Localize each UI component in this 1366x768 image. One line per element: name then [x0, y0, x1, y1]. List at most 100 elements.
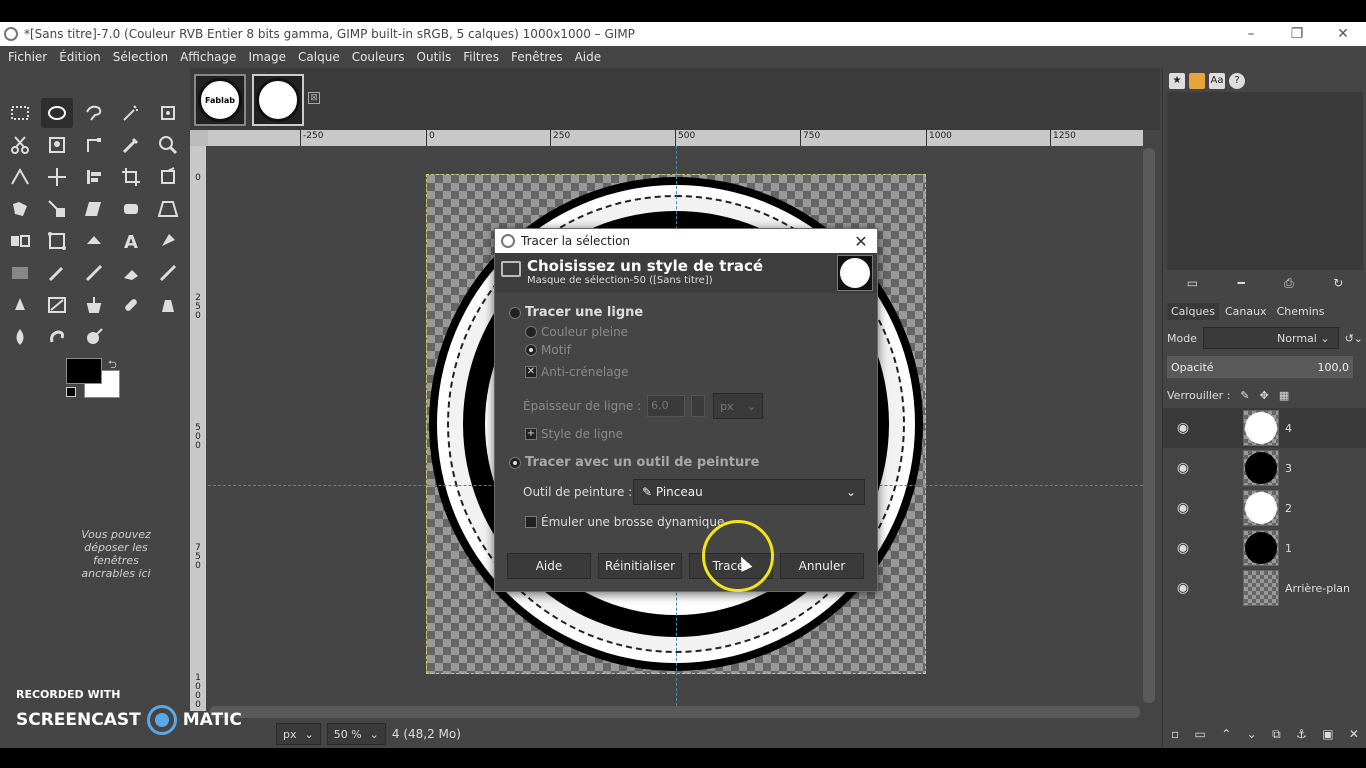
minimize-button[interactable]: –: [1228, 22, 1274, 46]
perspective-clone-tool-icon[interactable]: [152, 290, 184, 320]
vertical-ruler[interactable]: 0 2 5 0 5 0 0 7 5 0 1 0 0 0: [190, 146, 206, 711]
menu-selection[interactable]: Sélection: [107, 46, 174, 68]
layer-row[interactable]: ◉ 1: [1163, 528, 1366, 568]
tab-paths[interactable]: Chemins: [1273, 303, 1329, 320]
warp-tool-icon[interactable]: [4, 194, 36, 224]
tab-close-icon[interactable]: ⊠: [308, 92, 320, 104]
line-width-input[interactable]: 6,0: [647, 395, 686, 417]
blur-tool-icon[interactable]: [4, 322, 36, 352]
color-picker-tool-icon[interactable]: [115, 130, 147, 160]
ruler-corner[interactable]: [190, 130, 208, 146]
tab-channels[interactable]: Canaux: [1221, 303, 1271, 320]
new-layer-icon[interactable]: ▫: [1171, 727, 1179, 741]
open-as-image-icon[interactable]: ▭: [1187, 276, 1198, 290]
help-tab-icon[interactable]: ?: [1229, 73, 1245, 89]
layer-row[interactable]: ◉ 3: [1163, 448, 1366, 488]
reset-button[interactable]: Réinitialiser: [598, 553, 682, 579]
handle-transform-tool-icon[interactable]: [41, 226, 73, 256]
menu-fichier[interactable]: Fichier: [2, 46, 53, 68]
menu-image[interactable]: Image: [242, 46, 292, 68]
gradient-tool-icon[interactable]: [152, 226, 184, 256]
blend-tool-icon[interactable]: [4, 258, 36, 288]
patterns-tab-icon[interactable]: [1189, 73, 1205, 89]
ellipse-select-tool-icon[interactable]: [41, 98, 73, 128]
image-tab-untitled[interactable]: [252, 74, 304, 126]
opt-stroke-line[interactable]: Tracer une ligne: [509, 305, 643, 320]
lock-alpha-icon[interactable]: ▦: [1279, 389, 1289, 402]
smudge-tool-icon[interactable]: [41, 322, 73, 352]
scale-tool-icon[interactable]: [41, 194, 73, 224]
eye-icon[interactable]: ◉: [1163, 500, 1203, 516]
help-button[interactable]: Aide: [507, 553, 591, 579]
eye-icon[interactable]: ◉: [1163, 540, 1203, 556]
menu-calque[interactable]: Calque: [292, 46, 346, 68]
duplicate-layer-icon[interactable]: ⧉: [1272, 727, 1281, 742]
cage-tool-icon[interactable]: [115, 194, 147, 224]
menu-filtres[interactable]: Filtres: [457, 46, 505, 68]
refresh-icon[interactable]: ↻: [1333, 276, 1343, 290]
menu-affichage[interactable]: Affichage: [174, 46, 242, 68]
vertical-scrollbar[interactable]: [1143, 148, 1155, 703]
bucket-fill-tool-icon[interactable]: [78, 226, 110, 256]
layer-row[interactable]: ◉ 2: [1163, 488, 1366, 528]
horizontal-ruler[interactable]: -250 0 250 500 750 1000 1250: [208, 130, 1143, 146]
mode-select[interactable]: Normal ⌄: [1202, 327, 1339, 349]
menu-couleurs[interactable]: Couleurs: [346, 46, 411, 68]
horizontal-scrollbar[interactable]: [210, 706, 1140, 718]
fuzzy-select-tool-icon[interactable]: [115, 98, 147, 128]
clone-tool-icon[interactable]: [78, 290, 110, 320]
crop-tool-icon[interactable]: [115, 162, 147, 192]
shear-tool-icon[interactable]: [78, 194, 110, 224]
eye-icon[interactable]: ◉: [1163, 580, 1203, 596]
eye-icon[interactable]: ◉: [1163, 420, 1203, 436]
print-icon[interactable]: ⎙: [1284, 276, 1294, 291]
anchor-layer-icon[interactable]: ⚓: [1296, 727, 1307, 741]
lasso-tool-icon[interactable]: [78, 98, 110, 128]
menu-fenetres[interactable]: Fenêtres: [505, 46, 569, 68]
swap-colors-icon[interactable]: ⮌: [108, 356, 117, 375]
pencil-tool-icon[interactable]: [41, 258, 73, 288]
brushes-tab-icon[interactable]: ★: [1169, 73, 1185, 89]
eraser-tool-icon[interactable]: [115, 258, 147, 288]
scissors-tool-icon[interactable]: [4, 130, 36, 160]
opt-stroke-paint-tool[interactable]: Tracer avec un outil de peinture: [509, 455, 759, 470]
new-group-icon[interactable]: ▭: [1195, 727, 1206, 741]
dodge-burn-tool-icon[interactable]: [78, 322, 110, 352]
raise-layer-icon[interactable]: ⌃: [1221, 727, 1231, 741]
layer-row[interactable]: ◉ Arrière-plan: [1163, 568, 1366, 608]
default-colors-icon[interactable]: [66, 387, 76, 397]
opacity-slider[interactable]: Opacité 100,0: [1167, 356, 1353, 378]
eye-icon[interactable]: ◉: [1163, 460, 1203, 476]
line-style-expander[interactable]: + Style de ligne: [525, 427, 623, 441]
foreground-color-swatch[interactable]: [66, 358, 102, 384]
line-width-unit-select[interactable]: px ⌄: [713, 393, 764, 419]
ink-tool-icon[interactable]: [4, 290, 36, 320]
close-window-button[interactable]: ✕: [1320, 22, 1366, 46]
measure-tool-icon[interactable]: [4, 162, 36, 192]
unified-transform-tool-icon[interactable]: [152, 162, 184, 192]
airbrush-tool-icon[interactable]: [152, 258, 184, 288]
delete-icon[interactable]: ━: [1238, 276, 1245, 290]
tab-layers[interactable]: Calques: [1167, 302, 1219, 320]
opt-solid-color[interactable]: Couleur pleine: [525, 325, 628, 339]
text-tool-icon[interactable]: A: [115, 226, 147, 256]
layer-row[interactable]: ◉ 4: [1163, 408, 1366, 448]
paths-tool-icon[interactable]: [78, 130, 110, 160]
menu-aide[interactable]: Aide: [569, 46, 608, 68]
mode-reset-icon[interactable]: ↺⌄: [1345, 332, 1363, 345]
paintbrush-tool-icon[interactable]: [78, 258, 110, 288]
color-select-tool-icon[interactable]: [152, 98, 184, 128]
brushes-panel[interactable]: [1167, 92, 1363, 270]
flip-tool-icon[interactable]: [4, 226, 36, 256]
opt-antialias[interactable]: ✕ Anti-crénelage: [525, 365, 629, 379]
fonts-tab-icon[interactable]: Aa: [1209, 73, 1225, 89]
dialog-close-icon[interactable]: ✕: [845, 232, 877, 251]
emulate-dynamics-checkbox[interactable]: Émuler une brosse dynamique: [525, 515, 724, 529]
menu-outils[interactable]: Outils: [411, 46, 458, 68]
perspective-tool-icon[interactable]: [152, 194, 184, 224]
align-tool-icon[interactable]: [78, 162, 110, 192]
cancel-button[interactable]: Annuler: [780, 553, 864, 579]
paint-tool-select[interactable]: ✎ Pinceau ⌄: [633, 479, 865, 505]
opt-pattern[interactable]: Motif: [525, 343, 571, 357]
lock-position-icon[interactable]: ✥: [1260, 389, 1269, 402]
